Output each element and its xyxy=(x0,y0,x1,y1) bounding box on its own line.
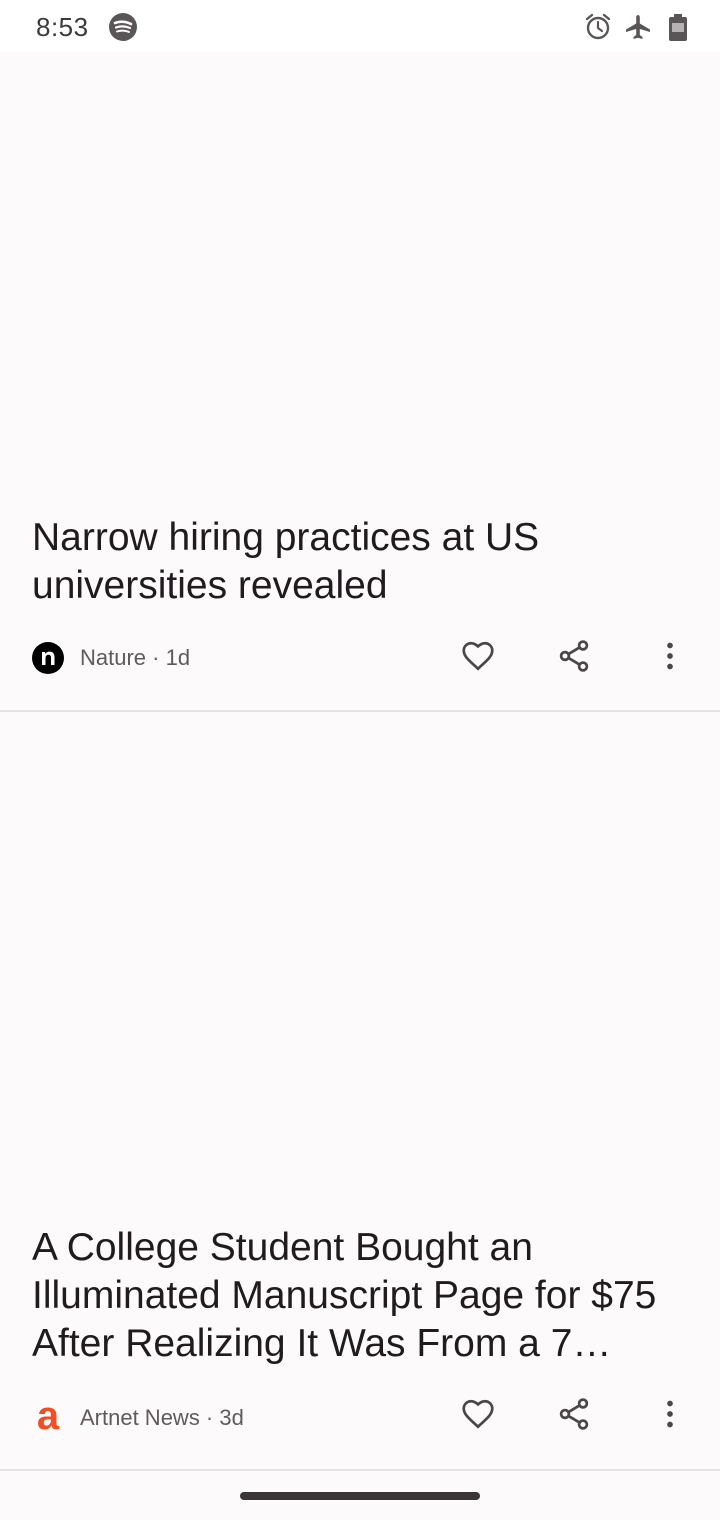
alarm-icon xyxy=(584,12,612,42)
svg-text:a: a xyxy=(37,1400,60,1432)
nature-logo xyxy=(32,642,64,674)
status-time: 8:53 xyxy=(36,12,89,42)
favorite-icon xyxy=(460,1396,496,1437)
home-gesture-handle[interactable] xyxy=(240,1492,480,1500)
article-image[interactable] xyxy=(0,52,720,502)
source-line: Artnet News · 3d xyxy=(80,1405,244,1430)
battery-icon xyxy=(664,12,692,42)
share-icon xyxy=(556,638,592,679)
article-card[interactable]: A College Student Bought an Illuminated … xyxy=(0,712,720,1470)
artnet-logo: a xyxy=(32,1394,64,1438)
article-title[interactable]: Narrow hiring practices at US universiti… xyxy=(32,514,692,610)
article-title[interactable]: A College Student Bought an Illuminated … xyxy=(32,1224,692,1368)
favorite-button[interactable] xyxy=(454,1392,502,1440)
more-vert-icon xyxy=(652,638,688,679)
more-options-button[interactable] xyxy=(646,634,694,682)
more-vert-icon xyxy=(652,1396,688,1437)
article-card[interactable]: Narrow hiring practices at US universiti… xyxy=(0,52,720,712)
share-button[interactable] xyxy=(550,634,598,682)
share-icon xyxy=(556,1396,592,1437)
spotify-icon xyxy=(108,12,138,42)
favorite-button[interactable] xyxy=(454,634,502,682)
favorite-icon xyxy=(460,638,496,679)
article-image[interactable] xyxy=(0,712,720,1212)
divider xyxy=(0,1469,720,1471)
share-button[interactable] xyxy=(550,1392,598,1440)
airplane-mode-icon xyxy=(624,12,652,42)
status-bar: 8:53 xyxy=(0,0,720,52)
more-options-button[interactable] xyxy=(646,1392,694,1440)
source-line: Nature · 1d xyxy=(80,645,191,670)
